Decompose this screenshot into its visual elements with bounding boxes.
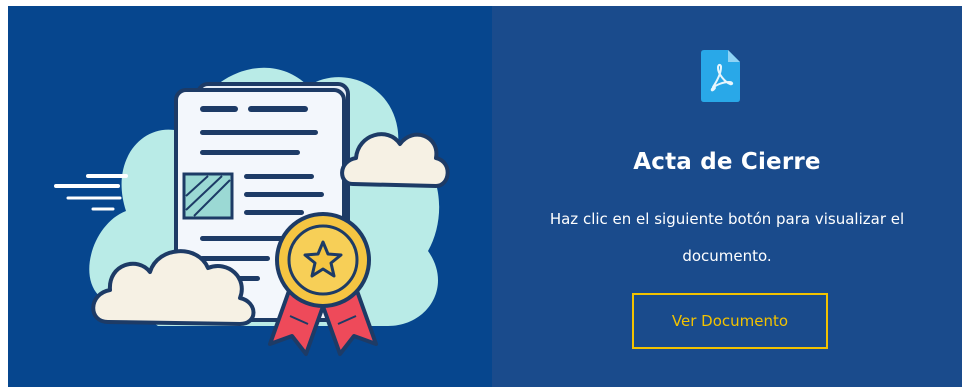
card-title: Acta de Cierre	[633, 149, 821, 175]
card-description: Haz clic en el siguiente botón para visu…	[549, 210, 905, 265]
pdf-file-icon	[701, 50, 740, 102]
content-panel: Acta de Cierre Haz clic en el siguiente …	[492, 6, 962, 387]
speed-lines	[54, 174, 128, 211]
document-certificate-illustration	[54, 67, 450, 356]
award-medal-icon	[268, 212, 378, 356]
document-card: Acta de Cierre Haz clic en el siguiente …	[8, 6, 962, 387]
illustration-panel	[8, 6, 492, 387]
view-document-button[interactable]: Ver Documento	[632, 293, 828, 349]
